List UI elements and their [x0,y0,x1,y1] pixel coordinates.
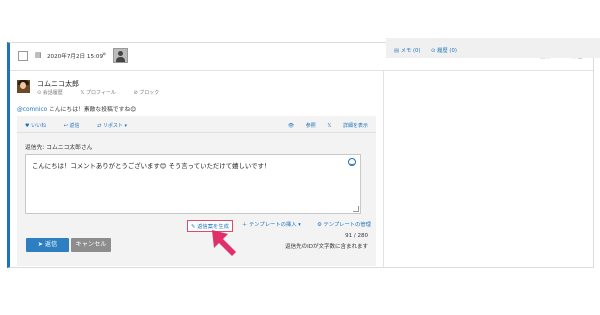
user-name[interactable]: コムニコ太郎 [37,79,79,89]
like-button[interactable]: ♥ いいね [25,123,54,129]
select-checkbox[interactable] [18,51,28,61]
memo-tab[interactable]: ▤ メモ (0) [394,46,420,54]
message-pane: コムニコ太郎 ⊙ 会話履歴 𝕏 プロフィール ⊘ ブロック @comnico こ… [10,71,384,267]
emoji-icon[interactable] [348,158,356,166]
chevron-right-icon[interactable]: » [102,51,109,58]
history-link[interactable]: ⊙ 会話履歴 [37,90,71,96]
view-link[interactable]: 👁 参照 [288,123,316,129]
action-bar-right: 👁 参照 𝕏 詳細を表示 [278,122,368,129]
user-links: ⊙ 会話履歴 𝕏 プロフィール ⊘ ブロック [37,89,175,96]
divider [17,132,376,133]
history-tab[interactable]: ⊙ 履歴 (0) [431,46,457,54]
char-counter: 91 / 280 [345,233,368,239]
block-link[interactable]: ⊘ ブロック [134,90,168,96]
user-avatar[interactable] [17,80,30,93]
action-bar: ♥ いいね ↩ 返信 ⇄ リポスト ▾ [25,122,143,129]
reply-button[interactable]: ↩ 返信 [64,123,88,129]
reply-textarea[interactable]: こんにちは！コメントありがとうございます😊 そう言っていただけて嬉しいです！ [25,154,361,214]
sidebar: ▤ メモ (0) ⊙ 履歴 (0) [386,38,600,58]
comment-icon: ▤ [35,51,42,59]
manage-template-link[interactable]: ⚙ テンプレートの管理 [317,220,371,228]
counter-note: 返信先のIDが文字数に含まれます [285,244,368,250]
send-button[interactable]: ➤ 返信 [26,238,69,252]
reply-to-label: 返信先: コムニコ太郎さん [25,145,93,151]
tweet-text: @comnico こんにちは！素敵な投稿ですね😊 [17,107,137,113]
profile-link[interactable]: 𝕏 プロフィール [80,90,124,96]
post-date: 2020年7月2日 15:09 [47,54,104,60]
repost-button[interactable]: ⇄ リポスト ▾ [97,123,135,129]
reply-text[interactable]: こんにちは！コメントありがとうございます😊 そう言っていただけて嬉しいです！ [32,161,270,170]
resize-handle[interactable] [353,206,359,212]
detail-link[interactable]: 𝕏 詳細を表示 [327,123,368,129]
pointer-arrow-icon [212,230,236,256]
mention-link[interactable]: @comnico [17,107,47,113]
insert-template-button[interactable]: ＋ テンプレートの挿入 ▾ [242,220,301,228]
account-avatar[interactable] [113,48,128,63]
cancel-button[interactable]: キャンセル [71,238,111,252]
reply-panel: ♥ いいね ↩ 返信 ⇄ リポスト ▾ 👁 参照 𝕏 詳細を表示 返信先: コム… [17,116,376,266]
message-card: ▤ 2020年7月2日 15:09 » ✓ 削除 ⚑ 保留 コムニコ太郎 ⊙ 会… [7,42,594,268]
